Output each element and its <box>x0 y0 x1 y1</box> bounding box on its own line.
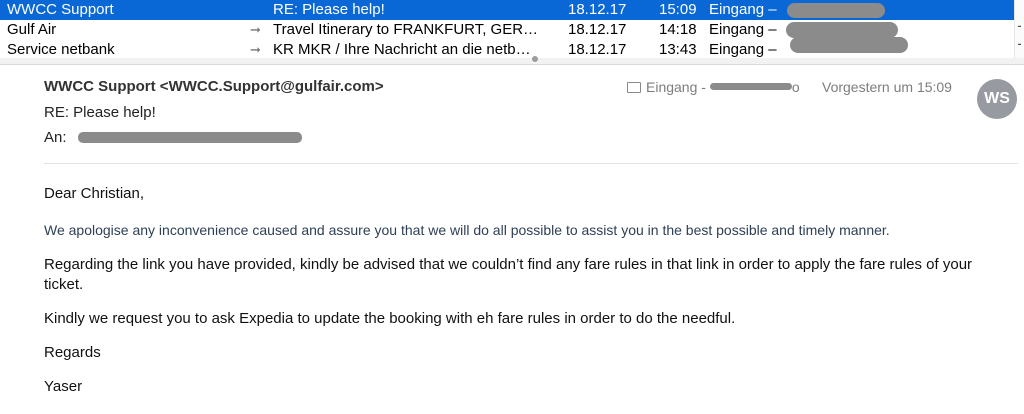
message-sender: WWCC Support <box>7 1 114 18</box>
message-time: 13:43 <box>659 41 697 58</box>
splitter-handle-icon[interactable] <box>532 56 538 62</box>
pane-splitter[interactable] <box>0 58 1024 65</box>
list-scrollbar[interactable]: ⁃ ⁃ <box>1014 0 1024 60</box>
message-time: 14:18 <box>659 21 697 38</box>
email-date: Vorgestern um 15:09 <box>822 79 952 95</box>
message-date: 18.12.17 <box>568 21 627 38</box>
redaction-mark <box>709 83 792 90</box>
message-sender: Service netbank <box>7 41 115 58</box>
mailbox-suffix: o <box>791 79 800 95</box>
message-date: 18.12.17 <box>568 1 627 18</box>
mailbox-prefix: Eingang - <box>646 79 706 95</box>
reply-arrow-icon: ➞ <box>250 42 261 57</box>
message-subject: RE: Please help! <box>273 1 385 18</box>
header-divider <box>44 163 1018 164</box>
email-paragraph: Kindly we request you to ask Expedia to … <box>44 310 736 327</box>
email-greeting: Dear Christian, <box>44 185 145 202</box>
email-paragraph: We apologise any inconvenience caused an… <box>44 222 890 238</box>
redaction-mark <box>790 37 908 53</box>
message-date: 18.12.17 <box>568 41 627 58</box>
email-closing: Regards <box>44 344 101 361</box>
redaction-mark <box>78 132 302 143</box>
message-subject: KR MKR / Ihre Nachricht an die netb… <box>273 41 531 58</box>
avatar[interactable]: WS <box>977 79 1017 119</box>
redaction-mark <box>786 22 898 38</box>
scroll-tick-icon: ⁃ <box>1017 22 1022 33</box>
message-list: WWCC Support RE: Please help! 18.12.17 1… <box>0 0 1024 60</box>
message-sender: Gulf Air <box>7 21 57 38</box>
email-signature: Yaser <box>44 378 83 395</box>
email-mailbox[interactable]: Eingang - o <box>627 79 800 95</box>
email-from[interactable]: WWCC Support <WWCC.Support@gulfair.com> <box>44 78 384 95</box>
email-paragraph: Regarding the link you have provided, ki… <box>44 256 973 293</box>
email-subject: RE: Please help! <box>44 104 156 121</box>
email-to-label: An: <box>44 129 67 146</box>
message-subject: Travel Itinerary to FRANKFURT, GER… <box>273 21 539 38</box>
folder-icon <box>627 82 641 93</box>
redaction-mark <box>787 3 885 18</box>
scroll-tick-icon: ⁃ <box>1017 40 1022 51</box>
message-time: 15:09 <box>659 1 697 18</box>
reply-arrow-icon: ➞ <box>250 22 261 37</box>
